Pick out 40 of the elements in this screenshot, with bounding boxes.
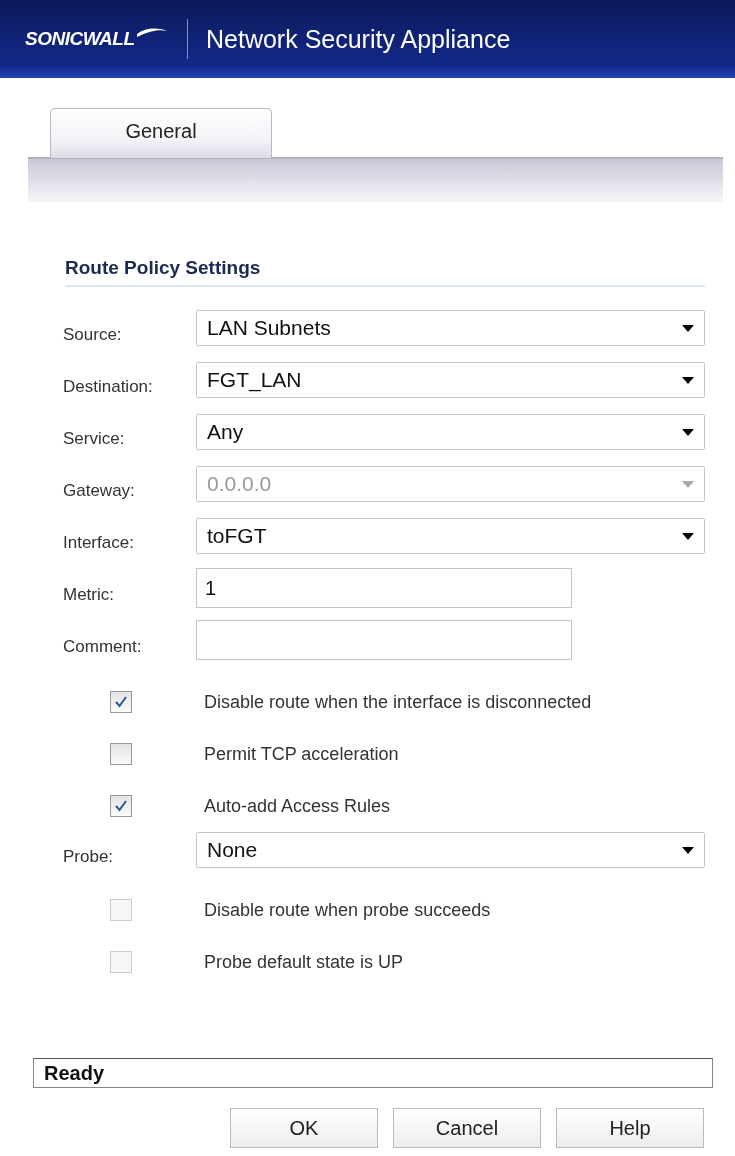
- field-label: Destination:: [63, 376, 154, 397]
- dropdown-arrow-icon: [682, 376, 694, 384]
- logo: SONICWALL: [25, 28, 135, 50]
- dropdown-arrow-icon: [682, 480, 694, 488]
- dropdown-arrow-icon: [682, 532, 694, 540]
- dropdown-arrow-icon: [682, 324, 694, 332]
- dialog-button[interactable]: OK: [230, 1108, 378, 1148]
- dropdown-arrow-icon: [682, 846, 694, 854]
- checkbox[interactable]: [110, 743, 132, 765]
- input-field[interactable]: 1: [196, 568, 572, 608]
- checkbox-label: Permit TCP acceleration: [204, 743, 399, 765]
- field-label: Probe:: [63, 846, 115, 867]
- dropdown[interactable]: None: [196, 832, 705, 868]
- dropdown-arrow-icon: [682, 428, 694, 436]
- field-label: Service:: [63, 428, 126, 449]
- checkmark-icon: [114, 695, 128, 709]
- checkbox-label: Disable route when the interface is disconnected: [204, 691, 592, 713]
- status-bar: Ready: [33, 1058, 713, 1088]
- dialog-button[interactable]: Cancel: [393, 1108, 541, 1148]
- dropdown[interactable]: Any: [196, 414, 705, 450]
- checkbox-label: Auto-add Access Rules: [204, 795, 391, 817]
- checkbox-label: Probe default state is UP: [204, 951, 404, 973]
- field-label: Source:: [63, 324, 123, 345]
- section-title: Route Policy Settings: [65, 257, 705, 287]
- dropdown[interactable]: FGT_LAN: [196, 362, 705, 398]
- field-label: Metric:: [63, 584, 115, 605]
- dropdown[interactable]: toFGT: [196, 518, 705, 554]
- checkbox[interactable]: [110, 691, 132, 713]
- field-label: Gateway:: [63, 480, 136, 501]
- input-field[interactable]: [196, 620, 572, 660]
- dialog-button[interactable]: Help: [556, 1108, 704, 1148]
- tab[interactable]: General: [50, 108, 272, 158]
- dropdown[interactable]: LAN Subnets: [196, 310, 705, 346]
- checkbox[interactable]: [110, 795, 132, 817]
- field-label: Comment:: [63, 636, 143, 657]
- app-title: Network Security Appliance: [206, 24, 511, 54]
- checkbox-label: Disable route when probe succeeds: [204, 899, 491, 921]
- field-label: Interface:: [63, 532, 135, 553]
- checkmark-icon: [114, 799, 128, 813]
- swoosh-icon: [137, 27, 167, 37]
